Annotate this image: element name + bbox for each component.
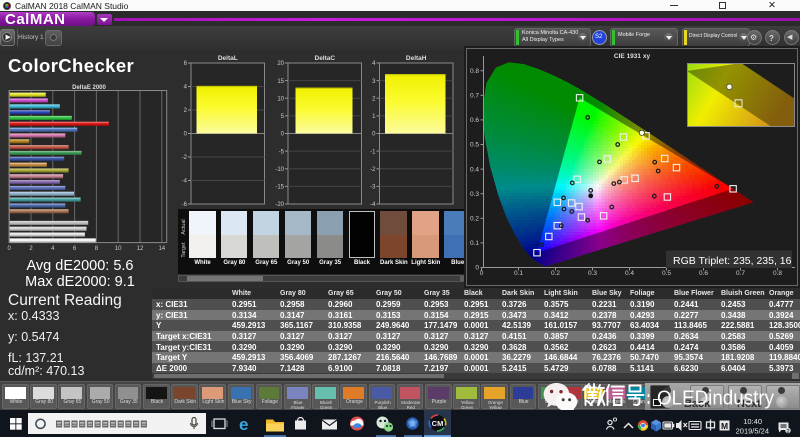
svg-text:10:40: 10:40 [743,417,762,426]
svg-text:0.6: 0.6 [470,117,479,124]
svg-text:0: 0 [281,132,285,138]
svg-text:0.5: 0.5 [662,270,671,277]
svg-text:5: 5 [281,114,285,120]
svg-text:0.7: 0.7 [736,270,745,277]
svg-text:-3: -3 [370,185,376,191]
svg-text:RGB Triplet: 235, 235, 16: RGB Triplet: 235, 235, 16 [673,255,792,267]
svg-text:-2: -2 [182,155,188,161]
svg-text:DeltaC: DeltaC [315,55,336,62]
svg-text:2: 2 [372,97,376,103]
svg-text:0: 0 [475,265,479,272]
svg-text:10: 10 [115,246,122,252]
svg-text:12: 12 [137,246,144,252]
svg-text:1: 1 [372,114,376,120]
svg-text:0.2: 0.2 [551,270,560,277]
svg-text:OLEDindustry: OLEDindustry [657,387,775,410]
svg-text:-4: -4 [370,202,376,208]
svg-text:4: 4 [184,85,188,91]
svg-text:0.4: 0.4 [470,166,479,173]
svg-text:0.3: 0.3 [470,191,479,198]
svg-text:6: 6 [184,61,188,67]
svg-text:0.1: 0.1 [470,240,479,247]
svg-text:-4: -4 [182,179,188,185]
svg-text:0.3: 0.3 [588,270,597,277]
svg-text:0.7: 0.7 [470,93,479,100]
svg-text:2019/5/24: 2019/5/24 [736,427,769,436]
svg-text:0: 0 [372,132,376,138]
svg-text:0.6: 0.6 [699,270,708,277]
svg-text:e: e [239,415,248,434]
svg-text:4: 4 [51,246,55,252]
svg-text:0.1: 0.1 [514,270,523,277]
svg-text:10: 10 [277,97,284,103]
svg-text:0: 0 [184,132,188,138]
svg-text:-15: -15 [275,185,284,191]
svg-text:2: 2 [184,108,188,114]
svg-text:-5: -5 [279,149,285,155]
svg-text:0.5: 0.5 [470,142,479,149]
svg-text:2: 2 [29,246,33,252]
svg-text:CM: CM [432,419,444,428]
svg-text:0: 0 [8,246,12,252]
svg-text:6: 6 [73,246,77,252]
svg-text:4: 4 [372,61,376,67]
svg-text:-2: -2 [370,167,376,173]
svg-text:15: 15 [277,79,284,85]
svg-text:0.8: 0.8 [470,68,479,75]
svg-text:14: 14 [158,246,165,252]
svg-text:0.4: 0.4 [625,270,634,277]
svg-text:M: M [721,421,728,431]
svg-text:3: 3 [372,79,376,85]
svg-text:DeltaL: DeltaL [218,55,238,62]
svg-text:-20: -20 [275,202,284,208]
svg-text:-1: -1 [370,149,376,155]
svg-text:20: 20 [277,61,284,67]
svg-text:DeltaH: DeltaH [406,55,427,62]
svg-text:-10: -10 [275,167,284,173]
svg-text:0.8: 0.8 [773,270,782,277]
svg-text:2: 2 [786,429,789,435]
svg-text:CIE 1931 xy: CIE 1931 xy [614,53,651,60]
svg-text:8: 8 [95,246,99,252]
svg-text:0.2: 0.2 [470,216,479,223]
svg-text:0: 0 [480,270,484,277]
